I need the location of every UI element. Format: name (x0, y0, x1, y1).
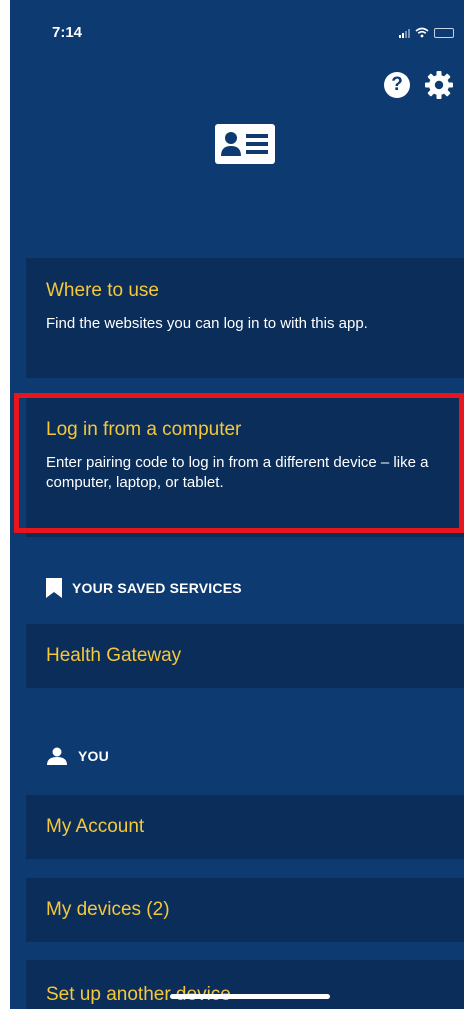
saved-service-label: Health Gateway (46, 645, 182, 666)
top-actions: ? (384, 70, 454, 100)
setup-device-item[interactable]: Set up another device (26, 960, 464, 1009)
settings-button[interactable] (424, 70, 454, 100)
question-circle-icon: ? (391, 74, 403, 95)
bookmark-icon (46, 578, 62, 598)
login-from-computer-card[interactable]: Log in from a computer Enter pairing cod… (26, 397, 464, 537)
my-devices-label: My devices (2) (46, 899, 170, 920)
status-time: 7:14 (52, 24, 83, 41)
help-button[interactable]: ? (384, 72, 410, 98)
saved-services-label: YOUR SAVED SERVICES (72, 580, 242, 596)
my-account-label: My Account (46, 816, 145, 837)
wifi-icon (415, 27, 429, 38)
saved-service-item[interactable]: Health Gateway (26, 624, 464, 688)
cellular-signal-icon (399, 28, 410, 38)
id-card-icon (215, 124, 275, 164)
login-from-computer-description: Enter pairing code to log in from a diff… (46, 454, 429, 491)
you-label: YOU (78, 748, 109, 764)
status-icons (399, 27, 454, 38)
battery-icon (434, 27, 454, 38)
you-header: YOU (46, 747, 109, 765)
where-to-use-title: Where to use (46, 280, 159, 301)
my-account-item[interactable]: My Account (26, 795, 464, 859)
person-icon (47, 747, 67, 765)
home-indicator[interactable] (170, 994, 330, 999)
saved-services-header: YOUR SAVED SERVICES (46, 578, 242, 598)
gear-icon (425, 71, 453, 99)
login-from-computer-title: Log in from a computer (46, 419, 242, 440)
where-to-use-card[interactable]: Where to use Find the websites you can l… (26, 258, 464, 378)
my-devices-item[interactable]: My devices (2) (26, 878, 464, 942)
status-bar: 7:14 (10, 0, 464, 60)
app-screen: 7:14 ? Where to use Find the websites yo… (10, 0, 464, 1009)
where-to-use-description: Find the websites you can log in to with… (46, 315, 368, 332)
